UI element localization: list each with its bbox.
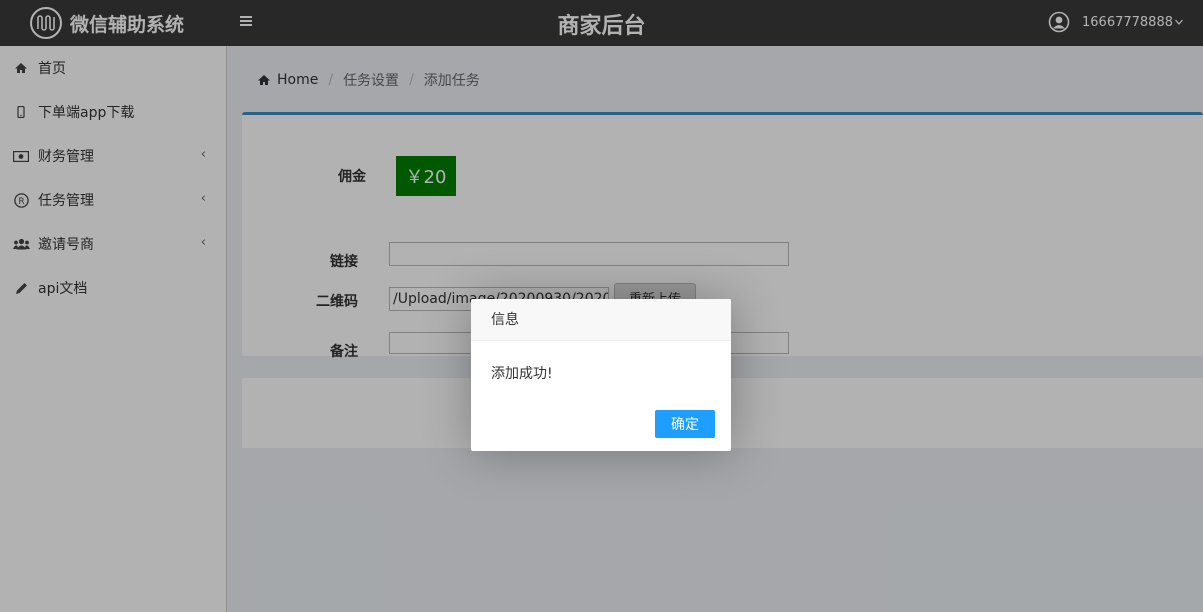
dialog-title: 信息 bbox=[471, 299, 731, 341]
info-dialog: 信息 添加成功! 确定 bbox=[471, 299, 731, 451]
dialog-message: 添加成功! bbox=[491, 366, 553, 382]
confirm-button[interactable]: 确定 bbox=[655, 410, 715, 438]
